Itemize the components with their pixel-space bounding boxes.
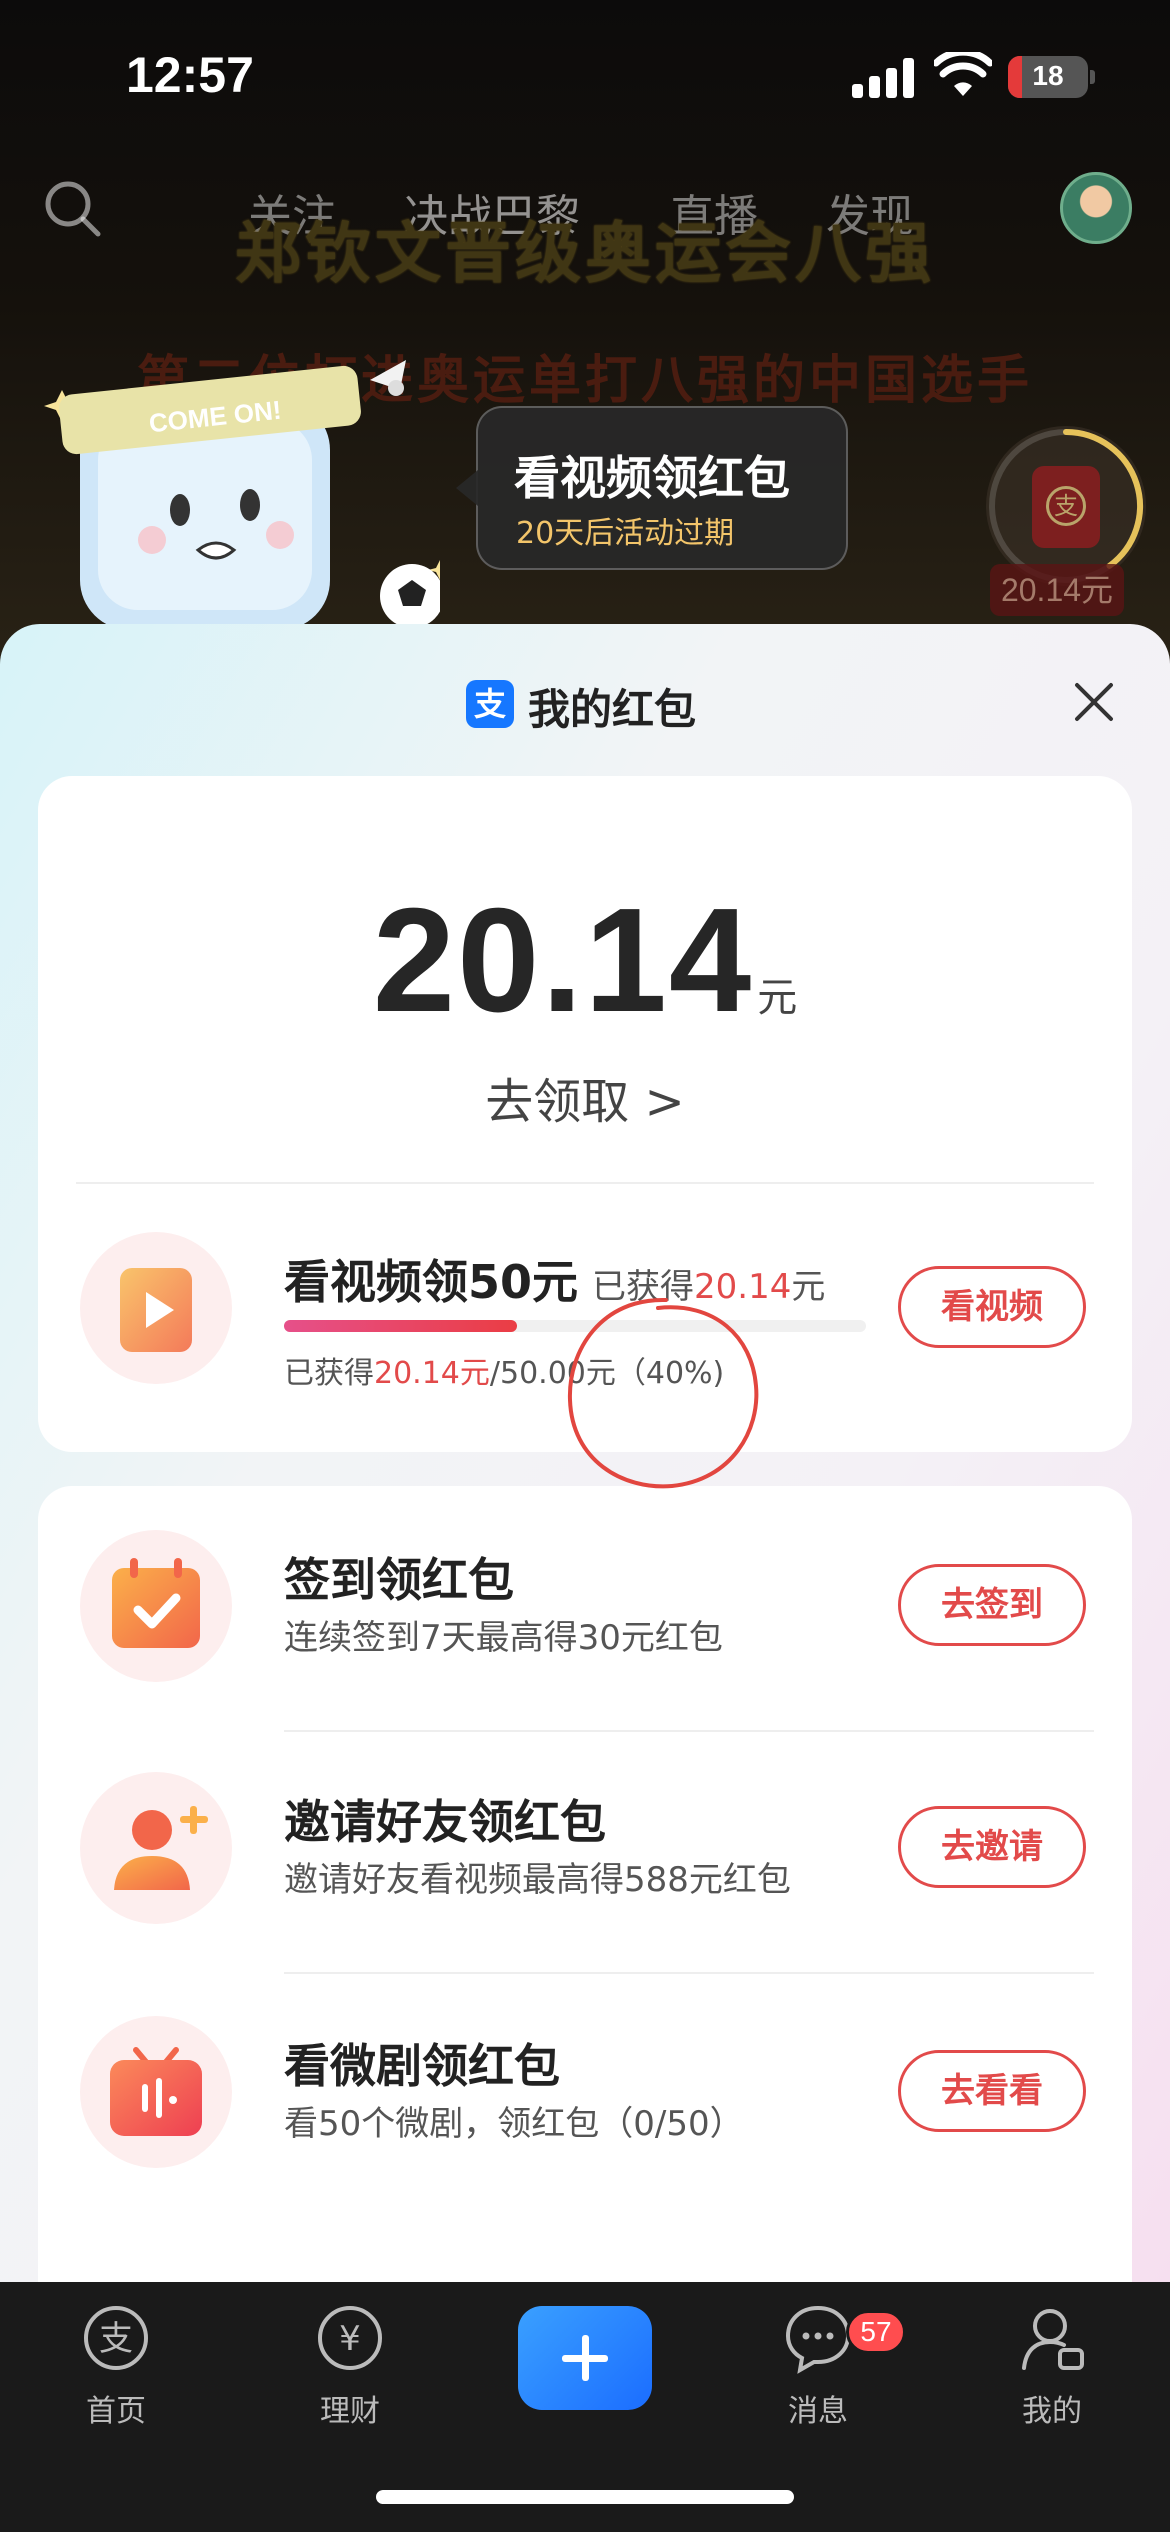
alipay-logo-icon: 支 — [466, 680, 514, 728]
earned-suffix: 元 — [791, 1267, 826, 1307]
progress-fill — [284, 1320, 517, 1332]
video-headline: 郑钦文晋级奥运会八强 — [235, 215, 935, 292]
invite-task-desc: 邀请好友看视频最高得588元红包 — [284, 1860, 791, 1900]
invite-task-title: 邀请好友领红包 — [284, 1795, 606, 1849]
tab-mine[interactable]: 我的 — [982, 2302, 1122, 2430]
progress-prefix: 已获得 — [284, 1356, 374, 1391]
balance-amount: 20.14 — [372, 878, 754, 1043]
alipay-home-icon: 支 — [84, 2306, 148, 2370]
tasks-card: 签到领红包 连续签到7天最高得30元红包 去签到 邀请好友领红包 邀请好友看视频… — [38, 1486, 1132, 2284]
watch-drama-button[interactable]: 去看看 — [898, 2050, 1086, 2132]
redpacket-icon: 支 — [1032, 466, 1100, 548]
balance-amount-row: 20.14 元 — [38, 876, 1132, 1046]
promo-bubble[interactable]: 看视频领红包 20天后活动过期 — [456, 406, 848, 570]
home-indicator — [376, 2490, 794, 2504]
battery-tip — [1090, 70, 1095, 84]
yuan-icon: ¥ — [318, 2306, 382, 2370]
play-video-icon — [120, 1268, 192, 1352]
calendar-check-icon — [112, 1558, 200, 1648]
claim-link[interactable]: 去领取 > — [38, 1062, 1132, 1132]
watch-video-button[interactable]: 看视频 — [898, 1266, 1086, 1348]
checkin-button[interactable]: 去签到 — [898, 1564, 1086, 1646]
drama-task-title: 看微剧领红包 — [284, 2039, 560, 2093]
add-friend-icon — [114, 1806, 208, 1890]
divider — [284, 1972, 1094, 1974]
tv-drama-icon — [110, 2047, 202, 2136]
progress-value: 20.14元 — [374, 1356, 490, 1391]
tab-messages-label: 消息 — [788, 2394, 848, 2429]
tab-home-label: 首页 — [86, 2394, 146, 2429]
svg-text:¥: ¥ — [339, 2319, 361, 2359]
mascot-illustration: COME ON! — [44, 360, 440, 630]
redpacket-icon-char: 支 — [1046, 486, 1086, 526]
annotation-circle — [567, 1297, 759, 1489]
promo-expiry: 20天后活动过期 — [516, 516, 735, 551]
status-time: 12:57 — [126, 47, 254, 103]
video-background: 12:57 18 关注 决战巴黎 直播 发现 郑钦文晋级奥运会八强 第二位打进奥… — [0, 0, 1170, 680]
video-task-title-text: 看视频领50元 — [284, 1255, 579, 1309]
cellular-signal-icon — [852, 58, 914, 98]
close-button[interactable] — [1068, 676, 1120, 728]
drama-icon-wrap — [80, 2016, 232, 2168]
redpacket-widget-amount: 20.14元 — [990, 564, 1124, 616]
battery-level: 18 — [1032, 60, 1064, 91]
message-badge: 57 — [846, 2310, 906, 2354]
tab-wealth[interactable]: ¥ 理财 — [280, 2302, 420, 2430]
tab-wealth-label: 理财 — [320, 2394, 380, 2429]
user-profile-icon — [1022, 2309, 1084, 2370]
divider — [284, 1730, 1094, 1732]
plus-button[interactable] — [518, 2306, 652, 2410]
tab-mine-label: 我的 — [1022, 2394, 1082, 2429]
redpacket-widget[interactable]: 支 — [986, 426, 1146, 586]
video-task-icon-wrap — [80, 1232, 232, 1384]
wifi-icon — [934, 52, 992, 96]
battery-icon: 18 — [1008, 56, 1088, 98]
checkin-icon-wrap — [80, 1530, 232, 1682]
sheet-title: 我的红包 — [528, 685, 697, 734]
checkin-task-title: 签到领红包 — [284, 1553, 514, 1607]
promo-title: 看视频领红包 — [514, 451, 790, 505]
tab-home[interactable]: 支 首页 — [46, 2302, 186, 2430]
divider — [76, 1182, 1094, 1184]
status-bar: 12:57 18 — [0, 0, 1170, 150]
chat-bubble-icon — [785, 2305, 851, 2374]
invite-button[interactable]: 去邀请 — [898, 1806, 1086, 1888]
checkin-task-desc: 连续签到7天最高得30元红包 — [284, 1618, 723, 1658]
balance-unit: 元 — [757, 975, 798, 1021]
invite-icon-wrap — [80, 1772, 232, 1924]
drama-task-desc: 看50个微剧，领红包（0/50） — [284, 2104, 744, 2144]
svg-text:支: 支 — [99, 2319, 133, 2359]
